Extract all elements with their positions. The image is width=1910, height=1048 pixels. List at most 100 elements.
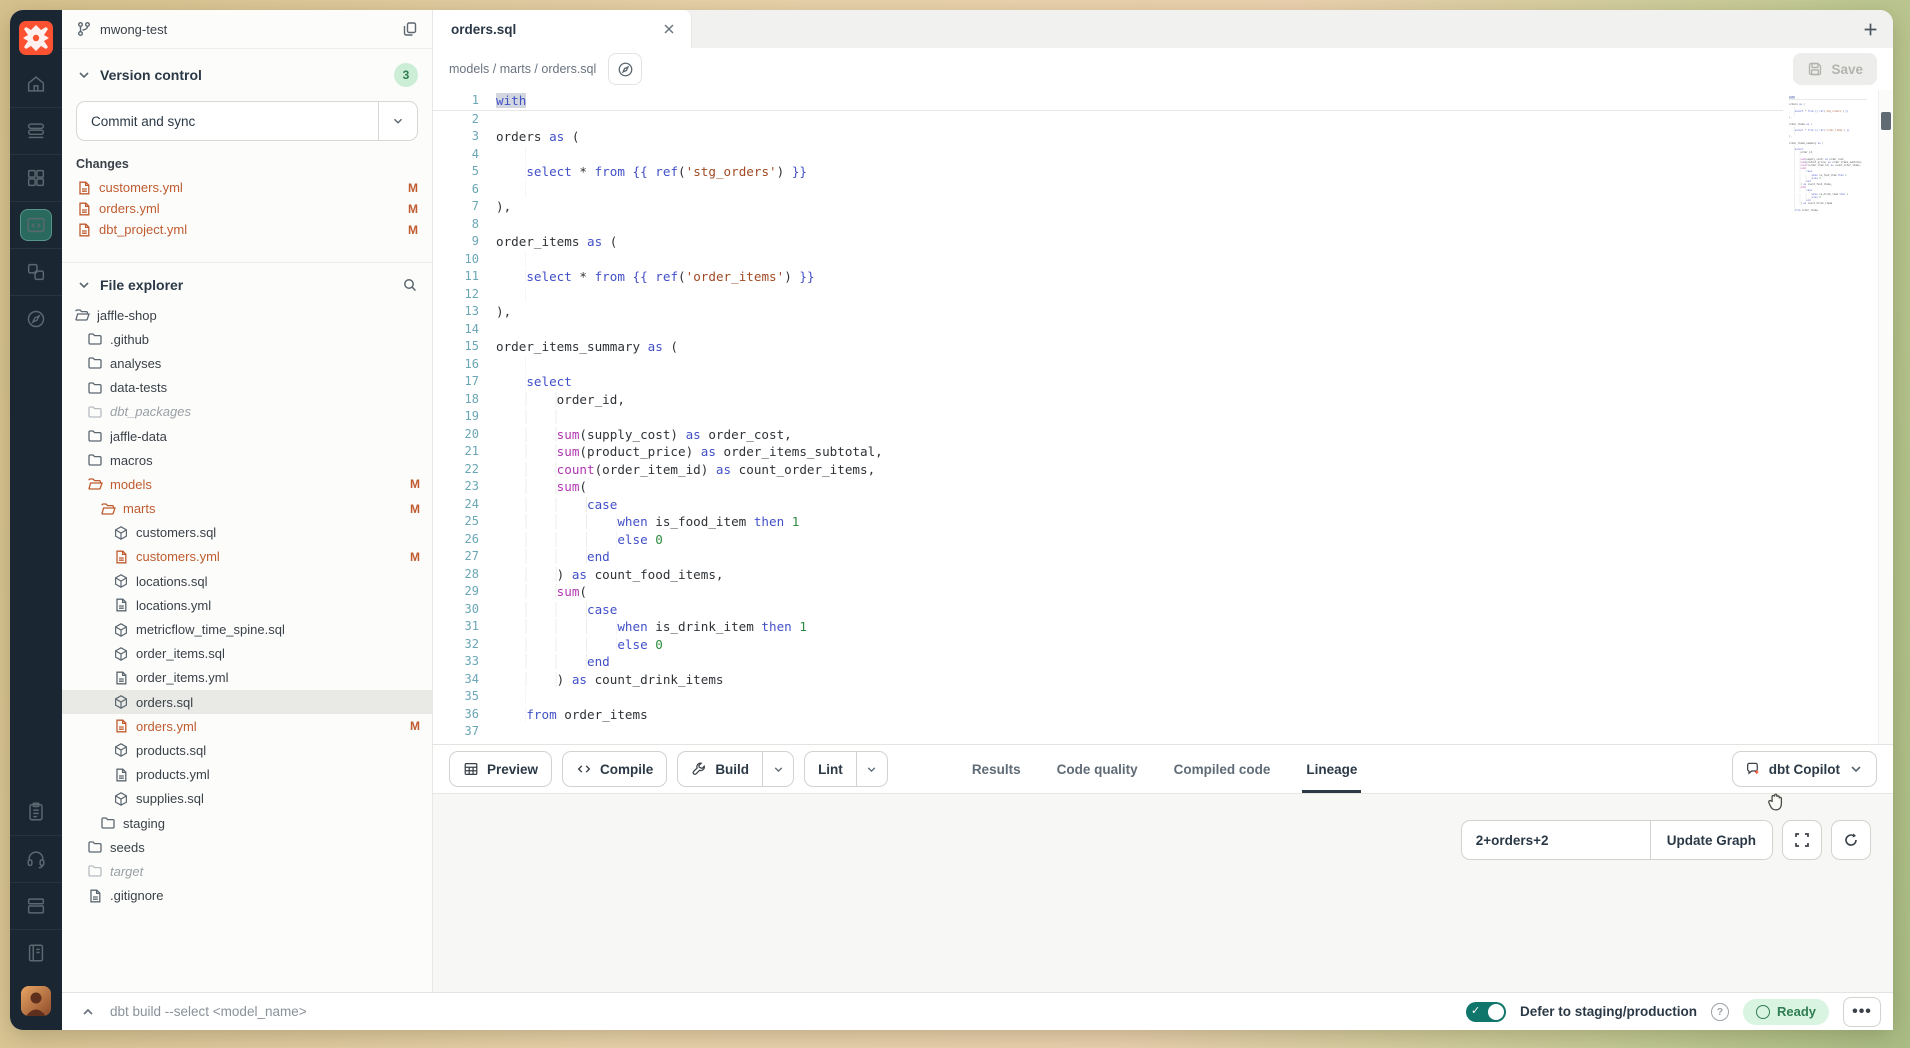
rail-item-home[interactable] bbox=[10, 61, 62, 107]
code-line-20[interactable]: 20 sum(supply_cost) as order_cost, bbox=[433, 426, 1783, 444]
defer-toggle[interactable]: ✓ bbox=[1466, 1002, 1506, 1022]
code-editor[interactable]: 1with23orders as (4 5 select * from {{ r… bbox=[433, 90, 1893, 744]
tree-item-metricflow_time_spine.sql[interactable]: metricflow_time_spine.sql bbox=[62, 617, 432, 641]
tree-item-analyses[interactable]: analyses bbox=[62, 351, 432, 375]
more-options-button[interactable]: ••• bbox=[1843, 997, 1881, 1027]
tree-item-customers.yml[interactable]: customers.ymlM bbox=[62, 545, 432, 569]
lint-dropdown[interactable] bbox=[856, 752, 887, 786]
dbt-logo[interactable] bbox=[19, 21, 53, 55]
refresh-icon[interactable] bbox=[1831, 820, 1871, 860]
update-graph-button[interactable]: Update Graph bbox=[1650, 821, 1772, 859]
tab-code-quality[interactable]: Code quality bbox=[1057, 745, 1138, 793]
code-line-29[interactable]: 29 sum( bbox=[433, 583, 1783, 601]
code-line-4[interactable]: 4 bbox=[433, 146, 1783, 164]
code-line-13[interactable]: 13), bbox=[433, 303, 1783, 321]
search-icon[interactable] bbox=[402, 277, 418, 293]
changed-file-orders.yml[interactable]: orders.ymlM bbox=[62, 198, 432, 219]
rail-item-grid[interactable] bbox=[10, 154, 62, 201]
code-line-6[interactable]: 6 bbox=[433, 181, 1783, 199]
build-dropdown[interactable] bbox=[762, 752, 793, 786]
tree-item-orders.sql[interactable]: orders.sql bbox=[62, 690, 432, 714]
code-line-35[interactable]: 35 bbox=[433, 688, 1783, 706]
user-avatar[interactable] bbox=[21, 986, 51, 1016]
code-line-11[interactable]: 11 select * from {{ ref('order_items') }… bbox=[433, 268, 1783, 286]
tab-orders-sql[interactable]: orders.sql bbox=[433, 10, 692, 48]
tree-item-orders.yml[interactable]: orders.ymlM bbox=[62, 714, 432, 738]
build-button[interactable]: Build bbox=[677, 751, 794, 787]
code-line-27[interactable]: 27 end bbox=[433, 548, 1783, 566]
code-line-21[interactable]: 21 sum(product_price) as order_items_sub… bbox=[433, 443, 1783, 461]
tree-item-locations.yml[interactable]: locations.yml bbox=[62, 593, 432, 617]
chevron-up-icon[interactable] bbox=[80, 1004, 96, 1020]
code-line-16[interactable]: 16 bbox=[433, 356, 1783, 374]
code-line-19[interactable]: 19 bbox=[433, 408, 1783, 426]
file-explorer-header[interactable]: File explorer bbox=[62, 263, 432, 295]
tree-item-order_items.sql[interactable]: order_items.sql bbox=[62, 642, 432, 666]
code-line-15[interactable]: 15order_items_summary as ( bbox=[433, 338, 1783, 356]
commit-and-sync-button[interactable]: Commit and sync bbox=[76, 101, 418, 141]
tree-item-order_items.yml[interactable]: order_items.yml bbox=[62, 666, 432, 690]
version-control-header[interactable]: Version control 3 bbox=[62, 49, 432, 89]
tree-item-customers.sql[interactable]: customers.sql bbox=[62, 521, 432, 545]
copy-icon[interactable] bbox=[402, 21, 418, 37]
editor-scrollbar[interactable] bbox=[1878, 90, 1893, 744]
code-line-28[interactable]: 28 ) as count_food_items, bbox=[433, 566, 1783, 584]
code-line-32[interactable]: 32 else 0 bbox=[433, 636, 1783, 654]
code-line-33[interactable]: 33 end bbox=[433, 653, 1783, 671]
tree-item-.github[interactable]: .github bbox=[62, 327, 432, 351]
code-line-12[interactable]: 12 bbox=[433, 286, 1783, 304]
code-line-31[interactable]: 31 when is_drink_item then 1 bbox=[433, 618, 1783, 636]
tree-item-dbt_packages[interactable]: dbt_packages bbox=[62, 400, 432, 424]
code-line-36[interactable]: 36 from order_items bbox=[433, 706, 1783, 724]
save-button[interactable]: Save bbox=[1793, 53, 1877, 85]
tree-item-supplies.sql[interactable]: supplies.sql bbox=[62, 787, 432, 811]
code-line-10[interactable]: 10 bbox=[433, 251, 1783, 269]
rail-item-compass[interactable] bbox=[10, 295, 62, 342]
rail-item-notebook[interactable] bbox=[10, 929, 62, 976]
compass-icon[interactable] bbox=[608, 53, 642, 85]
code-line-1[interactable]: 1with bbox=[433, 92, 1783, 111]
code-line-8[interactable]: 8 bbox=[433, 216, 1783, 234]
new-tab-button[interactable] bbox=[1847, 10, 1893, 48]
rail-item-develop[interactable] bbox=[10, 201, 62, 248]
tree-item-seeds[interactable]: seeds bbox=[62, 835, 432, 859]
tab-results[interactable]: Results bbox=[972, 745, 1021, 793]
code-line-22[interactable]: 22 count(order_item_id) as count_order_i… bbox=[433, 461, 1783, 479]
code-line-23[interactable]: 23 sum( bbox=[433, 478, 1783, 496]
tree-item-marts[interactable]: martsM bbox=[62, 497, 432, 521]
code-line-3[interactable]: 3orders as ( bbox=[433, 128, 1783, 146]
tree-item-products.yml[interactable]: products.yml bbox=[62, 763, 432, 787]
tree-item-models[interactable]: modelsM bbox=[62, 472, 432, 496]
dbt-copilot-button[interactable]: dbt Copilot bbox=[1732, 751, 1877, 787]
commit-options-dropdown[interactable] bbox=[378, 102, 417, 140]
code-line-24[interactable]: 24 case bbox=[433, 496, 1783, 514]
rail-item-catalog[interactable] bbox=[10, 882, 62, 929]
code-line-34[interactable]: 34 ) as count_drink_items bbox=[433, 671, 1783, 689]
command-input[interactable]: dbt build --select <model_name> bbox=[110, 1004, 1452, 1019]
lineage-filter-input[interactable] bbox=[1462, 821, 1650, 859]
code-line-17[interactable]: 17 select bbox=[433, 373, 1783, 391]
tree-item-locations.sql[interactable]: locations.sql bbox=[62, 569, 432, 593]
tree-item-macros[interactable]: macros bbox=[62, 448, 432, 472]
code-line-18[interactable]: 18 order_id, bbox=[433, 391, 1783, 409]
close-icon[interactable] bbox=[661, 21, 677, 37]
rail-item-headset[interactable] bbox=[10, 835, 62, 882]
tree-item-target[interactable]: target bbox=[62, 859, 432, 883]
compile-button[interactable]: Compile bbox=[562, 751, 667, 787]
code-line-37[interactable] bbox=[1789, 212, 1867, 215]
tree-item-products.sql[interactable]: products.sql bbox=[62, 738, 432, 762]
code-line-2[interactable]: 2 bbox=[433, 111, 1783, 129]
editor-minimap[interactable]: withorders as ( select * from {{ ref('st… bbox=[1789, 96, 1867, 716]
help-icon[interactable]: ? bbox=[1711, 1003, 1729, 1021]
lint-button[interactable]: Lint bbox=[804, 751, 888, 787]
rail-item-deploy[interactable] bbox=[10, 107, 62, 154]
rail-item-clipboard[interactable] bbox=[10, 789, 62, 835]
code-line-37[interactable]: 37 bbox=[433, 723, 1783, 741]
code-line-7[interactable]: 7), bbox=[433, 198, 1783, 216]
fullscreen-icon[interactable] bbox=[1782, 820, 1822, 860]
rail-item-branch-compare[interactable] bbox=[10, 248, 62, 295]
branch-name[interactable]: mwong-test bbox=[100, 22, 394, 37]
tree-item-data-tests[interactable]: data-tests bbox=[62, 376, 432, 400]
code-line-14[interactable]: 14 bbox=[433, 321, 1783, 339]
code-line-5[interactable]: 5 select * from {{ ref('stg_orders') }} bbox=[433, 163, 1783, 181]
